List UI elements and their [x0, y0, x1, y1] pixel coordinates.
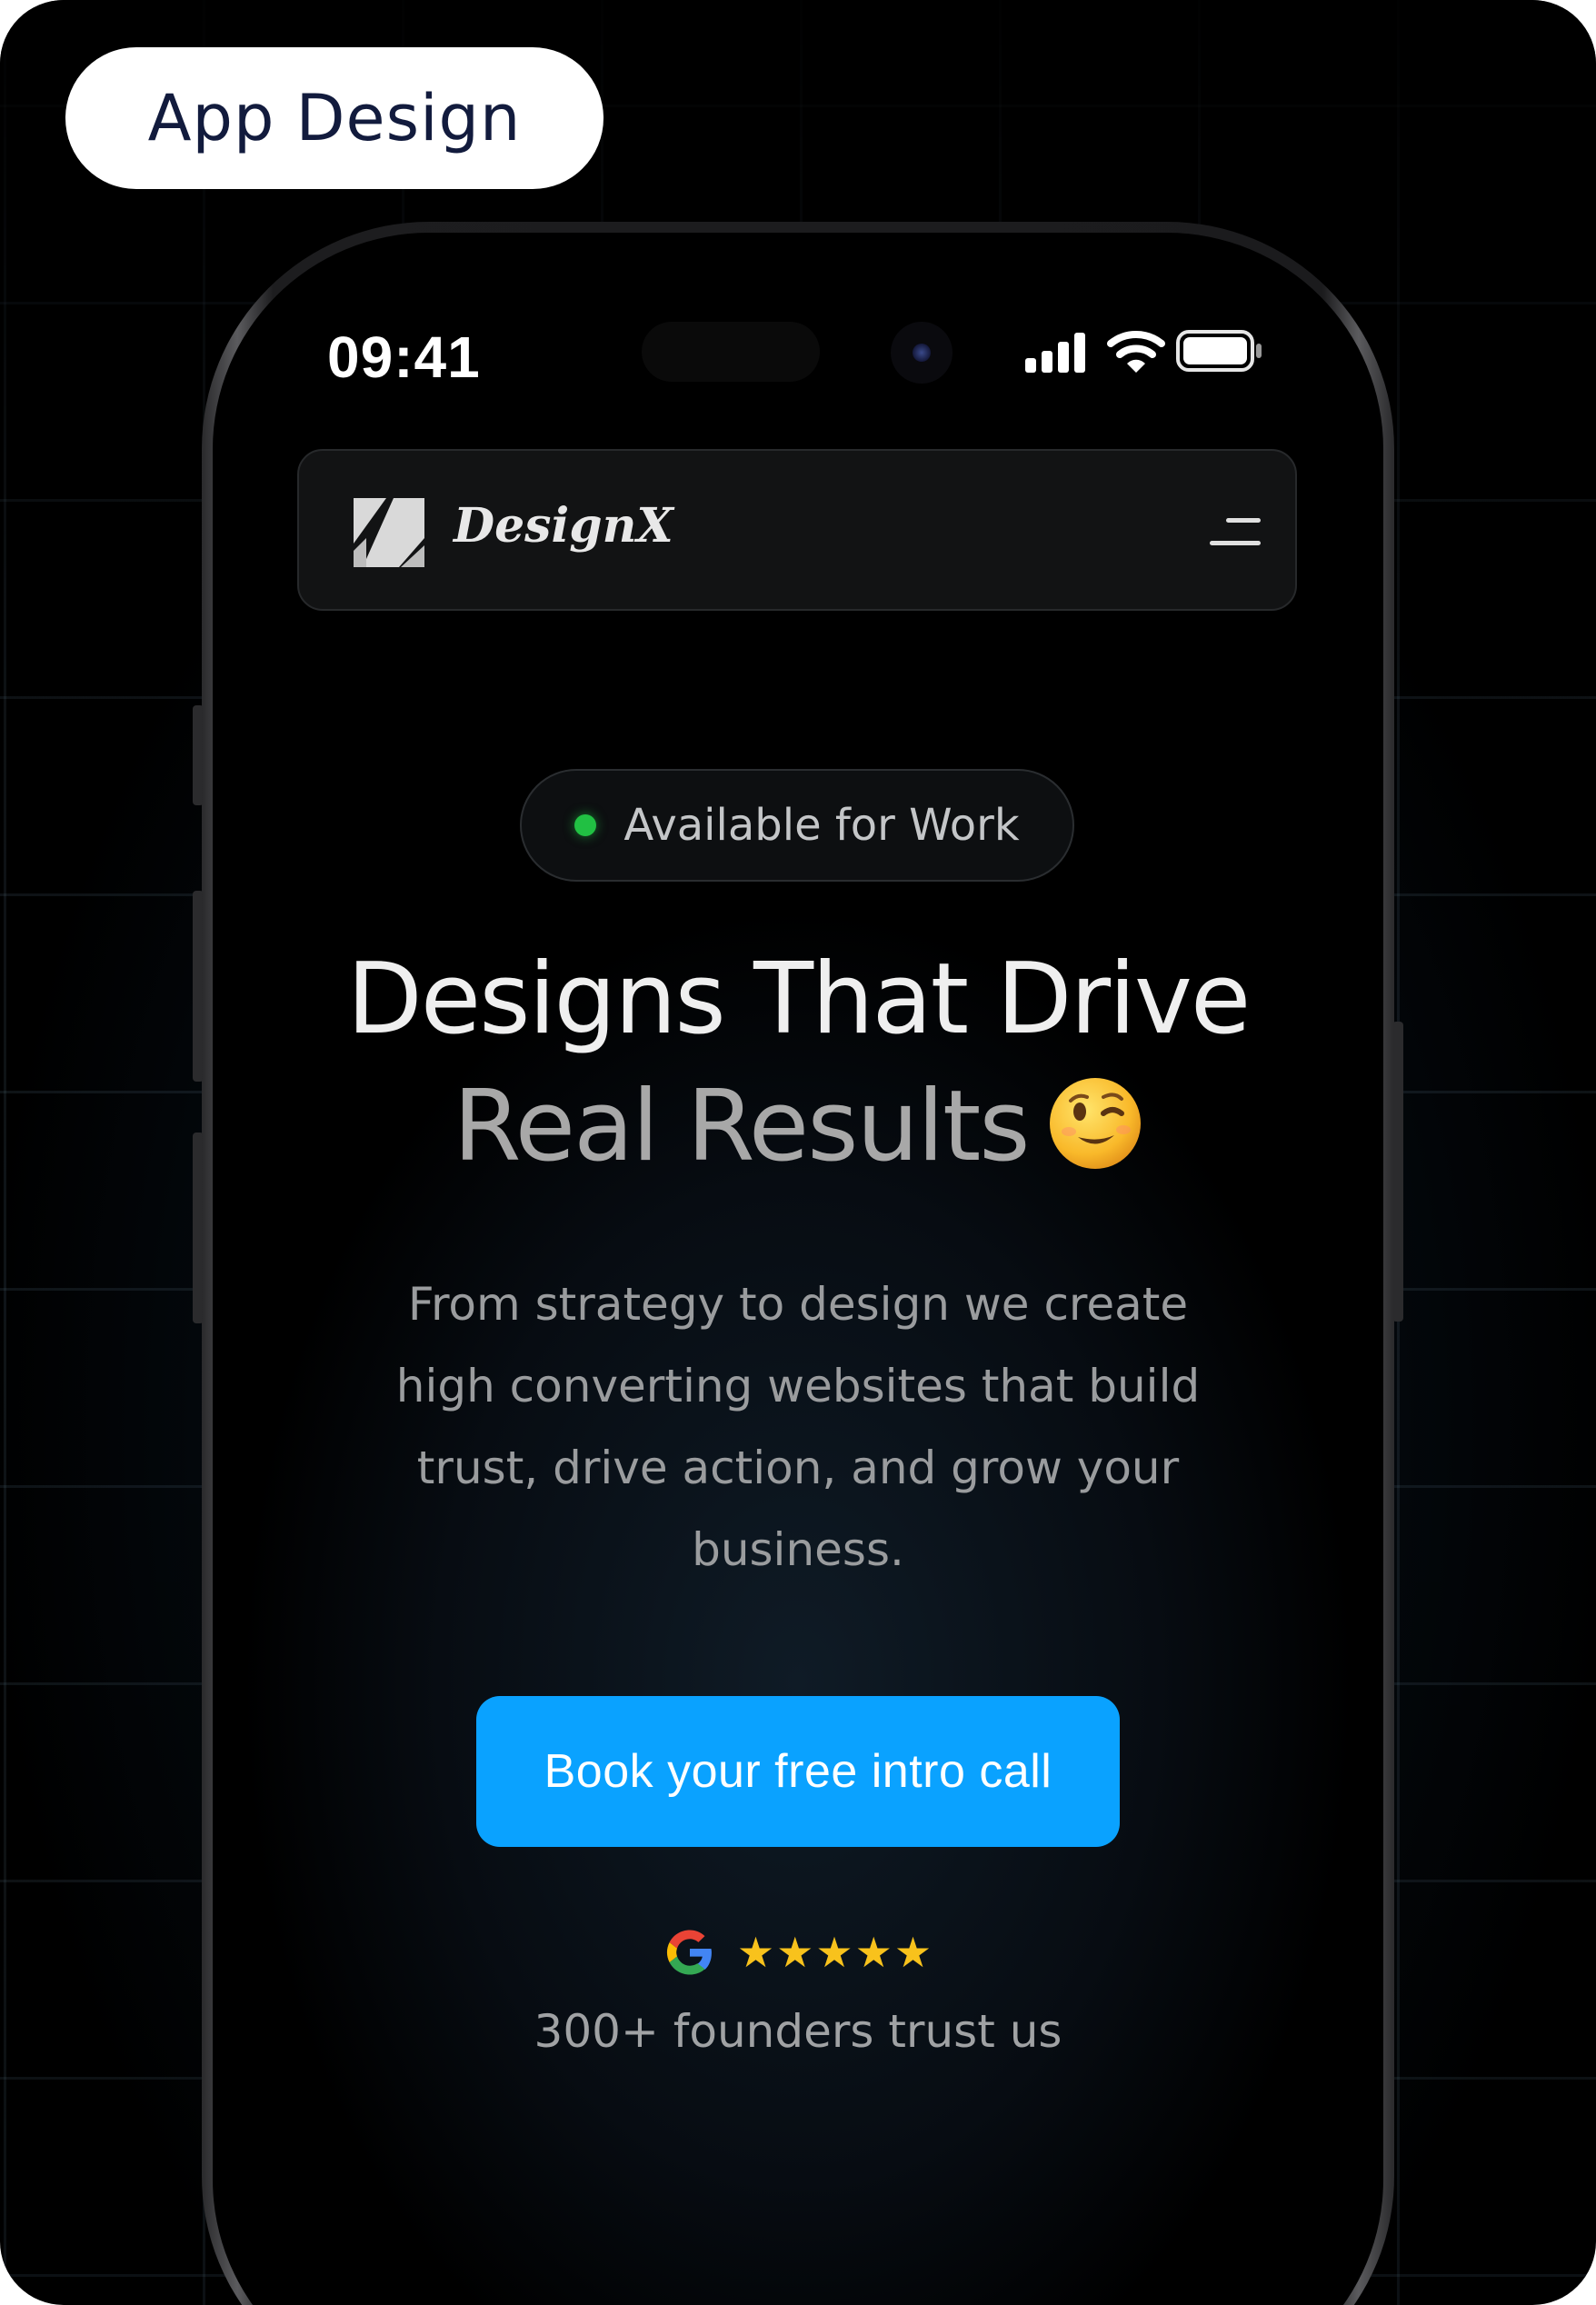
- google-g-icon: [666, 1930, 712, 1975]
- front-camera: [891, 322, 953, 384]
- category-tag: App Design: [65, 47, 603, 189]
- star-icon: ★: [893, 1928, 933, 1977]
- winking-face-emoji-icon: [1049, 1078, 1141, 1170]
- availability-text: Available for Work: [623, 800, 1020, 851]
- trust-text: 300+ founders trust us: [534, 2005, 1062, 2058]
- hero-headline: Designs That Drive Real Results: [245, 936, 1351, 1191]
- brand-name[interactable]: DesignX: [454, 498, 673, 554]
- wifi-icon: [1107, 331, 1165, 373]
- hamburger-menu-icon[interactable]: [1208, 516, 1262, 547]
- status-time: 09:41: [327, 324, 481, 390]
- star-icon: ★: [776, 1928, 814, 1977]
- headline-line-2-wrap: Real Results: [245, 1063, 1351, 1191]
- rating-row: ★ ★ ★ ★ ★: [245, 1927, 1351, 1978]
- star-rating: ★ ★ ★ ★ ★: [737, 1931, 932, 1973]
- showcase-card: App Design 09:41 DesignX Available for W…: [0, 0, 1596, 2305]
- hero-description: From strategy to design we create high c…: [395, 1278, 1201, 1576]
- status-bar: 09:41: [245, 260, 1351, 396]
- battery-icon: [1176, 330, 1262, 372]
- star-icon: ★: [815, 1928, 853, 1977]
- star-icon: ★: [736, 1928, 775, 1977]
- headline-line-2: Real Results: [453, 1070, 1030, 1183]
- availability-badge: Available for Work: [520, 769, 1074, 882]
- headline-line-1: Designs That Drive: [346, 943, 1252, 1056]
- dynamic-island: [642, 322, 820, 382]
- cellular-signal-icon: [1025, 333, 1085, 373]
- designx-logo-icon[interactable]: [354, 498, 424, 567]
- star-icon: ★: [854, 1928, 893, 1977]
- phone-screen: 09:41 DesignX Available for Work Designs…: [245, 260, 1351, 2305]
- site-navbar: DesignX: [297, 449, 1297, 611]
- category-tag-label: App Design: [147, 81, 522, 155]
- status-dot: [574, 814, 597, 836]
- book-intro-call-button[interactable]: Book your free intro call: [476, 1696, 1120, 1847]
